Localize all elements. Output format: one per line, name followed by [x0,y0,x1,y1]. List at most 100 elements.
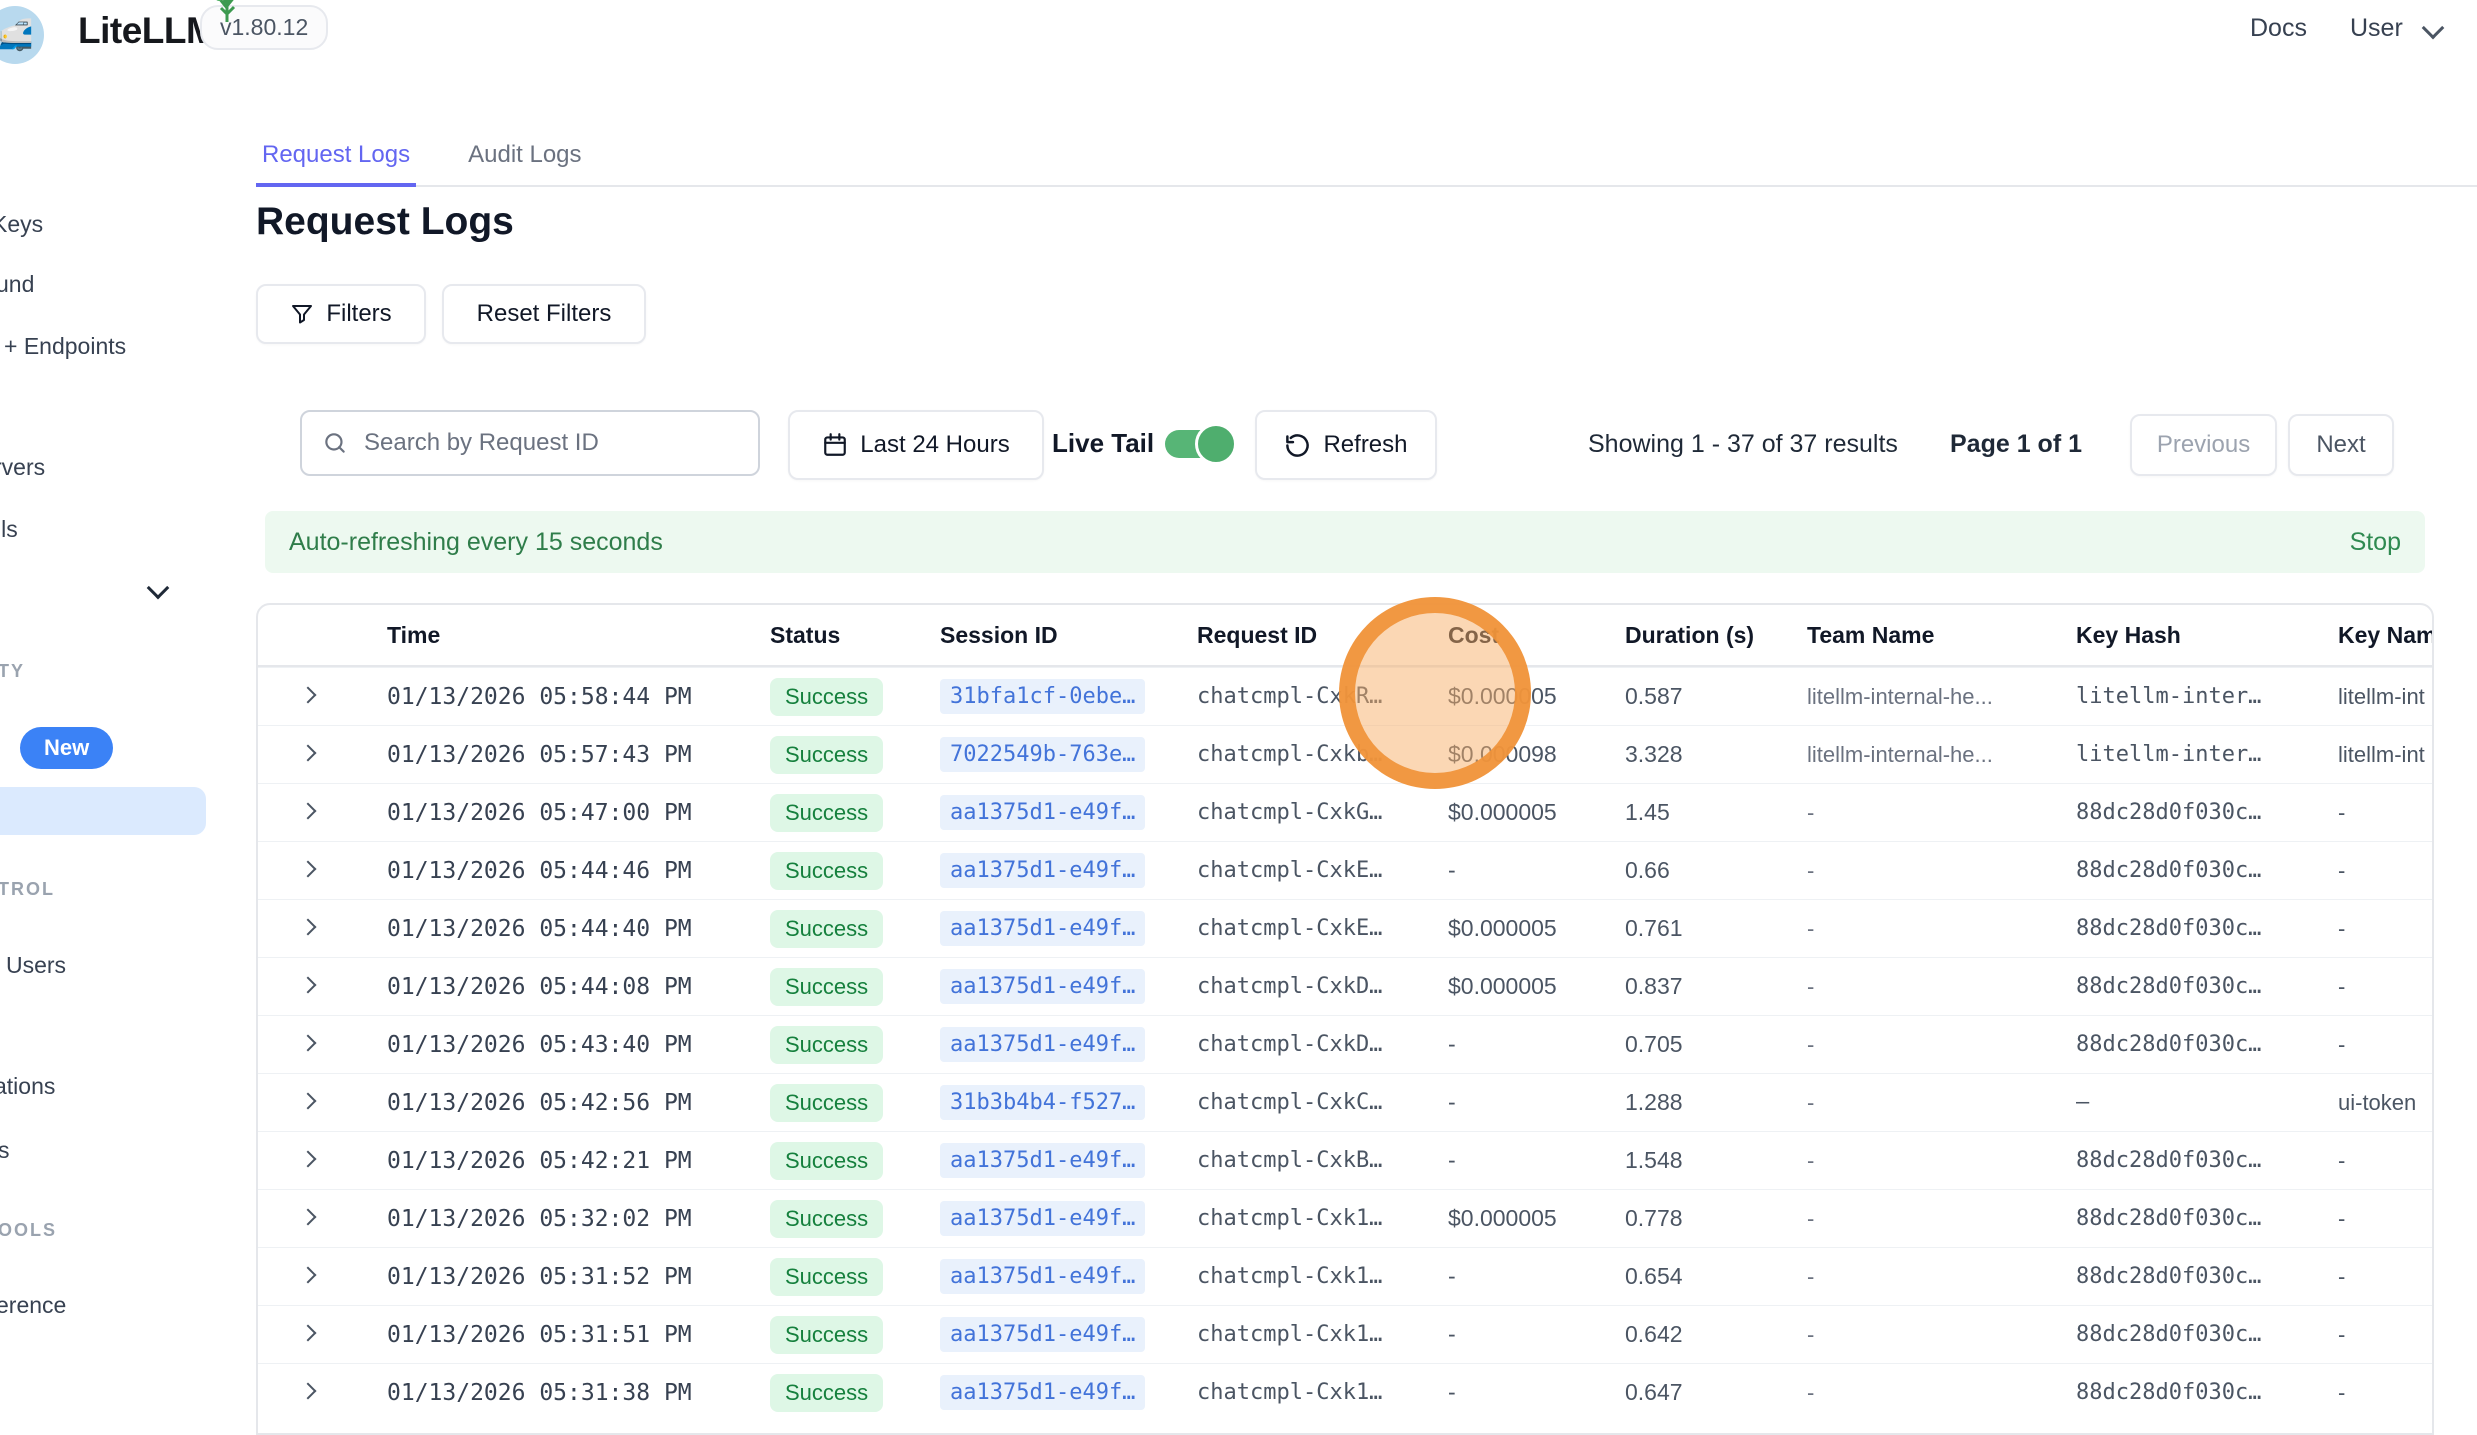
cell-status: Success [770,1142,940,1180]
cell-session-id-value[interactable]: aa1375d1-e49f… [940,1259,1145,1294]
cell-status-value: Success [770,1026,883,1064]
sidebar-item[interactable]: Users [6,952,66,979]
sidebar-item[interactable]: + Endpoints [4,333,126,360]
cell-key-name: litellm-int [2338,684,2434,710]
row-expand-chevron-icon[interactable] [258,1210,387,1228]
cell-session-id-value[interactable]: aa1375d1-e49f… [940,1317,1145,1352]
cell-duration: 0.642 [1625,1321,1807,1348]
cell-session-id-value[interactable]: aa1375d1-e49f… [940,1201,1145,1236]
sidebar-item[interactable]: rvers [0,454,45,481]
cell-session-id-value[interactable]: aa1375d1-e49f… [940,1027,1145,1062]
user-menu[interactable]: User [2350,14,2403,43]
sidebar-item[interactable]: ations [0,1073,55,1100]
cell-key-name: - [2338,1206,2434,1232]
row-expand-chevron-icon[interactable] [258,1268,387,1286]
row-expand-chevron-icon[interactable] [258,978,387,996]
cell-key-name: - [2338,1148,2434,1174]
cell-time: 01/13/2026 05:44:08 PM [387,974,770,1000]
tab-audit-logs[interactable]: Audit Logs [462,137,587,185]
cell-key-hash: 88dc28d0f030c… [2076,800,2338,825]
cell-status: Success [770,1084,940,1122]
cell-session-id-value[interactable]: aa1375d1-e49f… [940,1375,1145,1410]
sidebar-item[interactable]: Keys [0,211,43,238]
table-row: 01/13/2026 05:44:08 PMSuccessaa1375d1-e4… [258,957,2432,1015]
live-tail-toggle[interactable] [1165,430,1231,458]
page-indicator: Page 1 of 1 [1950,430,2082,459]
cell-key-hash: litellm-inter… [2076,742,2338,767]
cell-duration: 0.778 [1625,1205,1807,1232]
cell-request-id: chatcmpl-Cxk1… [1197,1380,1448,1405]
cell-duration: 0.654 [1625,1263,1807,1290]
cell-cost: $0.000005 [1448,915,1625,942]
sidebar-section-header: OOLS [0,1220,57,1241]
cell-key-name: - [2338,974,2434,1000]
sidebar-item-selected[interactable] [0,787,206,835]
row-expand-chevron-icon[interactable] [258,804,387,822]
auto-refresh-message: Auto-refreshing every 15 seconds [289,528,663,557]
cell-session-id-value[interactable]: 7022549b-763e… [940,737,1145,772]
previous-page-button[interactable]: Previous [2130,414,2277,476]
sidebar-item[interactable]: erence [0,1292,66,1319]
table-row: 01/13/2026 05:43:40 PMSuccessaa1375d1-e4… [258,1015,2432,1073]
cell-team-name: litellm-internal-he... [1807,742,2076,768]
table-row: 01/13/2026 05:31:52 PMSuccessaa1375d1-e4… [258,1247,2432,1305]
cell-team-name: - [1807,1032,2076,1058]
cell-key-name: - [2338,1032,2434,1058]
cell-key-hash: 88dc28d0f030c… [2076,1322,2338,1347]
sidebar-item[interactable]: s [0,1137,10,1164]
sidebar-item[interactable]: ils [0,516,18,543]
column-header-request-id: Request ID [1197,622,1448,649]
table-header-row: TimeStatusSession IDRequest IDCostDurati… [258,605,2432,667]
time-range-button[interactable]: Last 24 Hours [788,410,1044,480]
row-expand-chevron-icon[interactable] [258,1152,387,1170]
filters-button[interactable]: Filters [256,284,426,344]
cell-session-id-value[interactable]: aa1375d1-e49f… [940,853,1145,888]
cell-cost: $0.000005 [1448,683,1625,710]
next-page-label: Next [2316,431,2365,459]
cell-time: 01/13/2026 05:31:51 PM [387,1322,770,1348]
cell-session-id-value[interactable]: aa1375d1-e49f… [940,911,1145,946]
funnel-icon [290,302,314,326]
cell-key-hash: litellm-inter… [2076,684,2338,709]
cell-session-id: 7022549b-763e… [940,737,1197,772]
cell-status: Success [770,1026,940,1064]
cell-team-name: litellm-internal-he... [1807,684,2076,710]
cell-time: 01/13/2026 05:44:46 PM [387,858,770,884]
user-chevron-down-icon[interactable] [2422,17,2445,40]
cell-key-name: litellm-int [2338,742,2434,768]
cell-session-id: aa1375d1-e49f… [940,1317,1197,1352]
plant-icon [210,0,244,22]
column-header-key-hash: Key Hash [2076,622,2338,649]
cell-team-name: - [1807,974,2076,1000]
row-expand-chevron-icon[interactable] [258,862,387,880]
column-header-duration-s-: Duration (s) [1625,622,1807,649]
cell-session-id-value[interactable]: 31bfa1cf-0ebe… [940,679,1145,714]
stop-auto-refresh-link[interactable]: Stop [2350,528,2401,557]
row-expand-chevron-icon[interactable] [258,1036,387,1054]
tab-request-logs[interactable]: Request Logs [256,137,416,187]
cell-session-id-value[interactable]: aa1375d1-e49f… [940,1143,1145,1178]
cell-session-id: 31bfa1cf-0ebe… [940,679,1197,714]
next-page-button[interactable]: Next [2288,414,2394,476]
refresh-button[interactable]: Refresh [1255,410,1437,480]
docs-link[interactable]: Docs [2250,14,2307,43]
cell-duration: 0.837 [1625,973,1807,1000]
brand-name: LiteLLM [78,10,216,52]
cell-session-id-value[interactable]: 31b3b4b4-f527… [940,1085,1145,1120]
refresh-button-label: Refresh [1323,431,1407,459]
cell-session-id: aa1375d1-e49f… [940,969,1197,1004]
cell-session-id-value[interactable]: aa1375d1-e49f… [940,969,1145,1004]
sidebar-item[interactable]: und [0,271,34,298]
row-expand-chevron-icon[interactable] [258,688,387,706]
cell-key-hash: 88dc28d0f030c… [2076,1380,2338,1405]
row-expand-chevron-icon[interactable] [258,1326,387,1344]
row-expand-chevron-icon[interactable] [258,920,387,938]
search-input[interactable] [362,428,726,458]
row-expand-chevron-icon[interactable] [258,1384,387,1402]
cell-status-value: Success [770,1084,883,1122]
row-expand-chevron-icon[interactable] [258,1094,387,1112]
row-expand-chevron-icon[interactable] [258,746,387,764]
sidebar-collapse-chevron-icon[interactable] [147,577,170,600]
reset-filters-button[interactable]: Reset Filters [442,284,646,344]
cell-session-id-value[interactable]: aa1375d1-e49f… [940,795,1145,830]
